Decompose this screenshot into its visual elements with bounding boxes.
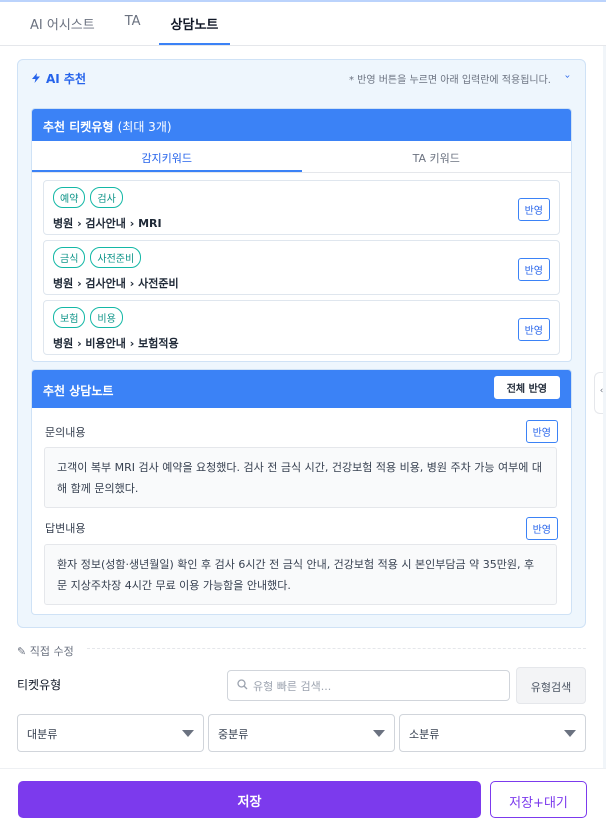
recommended-ticket-item: 예약 검사 병원 › 검사안내 › MRI 반영 <box>43 180 560 235</box>
select-value: 대분류 <box>27 728 58 741</box>
save-button[interactable]: 저장 <box>18 781 481 818</box>
tab-detected-keywords[interactable]: 감지키워드 <box>32 141 302 172</box>
tab-ta-keywords[interactable]: TA 키워드 <box>302 141 572 172</box>
keyword-chips: 보험 비용 <box>53 307 123 328</box>
apply-ticket-button[interactable]: 반영 <box>517 318 550 341</box>
caret-down-icon <box>373 730 385 737</box>
consult-note-card: 추천 상담노트 전체 반영 문의내용 반영 고객이 복부 MRI 검사 예약을 … <box>31 369 572 615</box>
recommended-ticket-item: 금식 사전준비 병원 › 검사안내 › 사전준비 반영 <box>43 240 560 295</box>
keyword-chip: 금식 <box>53 247 86 268</box>
keyword-chips: 예약 검사 <box>53 187 123 208</box>
answer-label: 답변내용 <box>45 522 86 535</box>
apply-ticket-button[interactable]: 반영 <box>517 258 550 281</box>
ticket-type-label: 티켓유형 <box>17 678 62 692</box>
ticket-type-subtitle: (최대 3개) <box>117 120 172 134</box>
ai-recommendation-panel: AI 추천 * 반영 버튼을 누르면 아래 입력란에 적용됩니다. › 추천 티… <box>17 59 586 628</box>
caret-down-icon <box>564 730 576 737</box>
ai-panel-hint: * 반영 버튼을 누르면 아래 입력란에 적용됩니다. <box>348 75 551 86</box>
edit-icon: ✎ <box>17 645 27 658</box>
major-category-select[interactable]: 대분류 <box>17 714 204 752</box>
type-search-button[interactable]: 유형검색 <box>516 667 586 704</box>
direct-edit-divider: ✎ 직접 수정 <box>17 640 586 659</box>
select-value: 소분류 <box>409 728 440 741</box>
apply-ticket-button[interactable]: 반영 <box>517 198 550 221</box>
select-value: 중분류 <box>218 728 249 741</box>
ticket-type-card: 추천 티켓유형 (최대 3개) 감지키워드 TA 키워드 예약 검사 병원 › … <box>31 108 572 362</box>
keyword-chip: 사전준비 <box>90 247 142 268</box>
search-icon <box>237 679 248 693</box>
keyword-chips: 금식 사전준비 <box>53 247 142 268</box>
dashed-divider <box>87 648 586 649</box>
ai-panel-title-text: AI 추천 <box>46 72 87 86</box>
bolt-icon <box>32 72 40 86</box>
tab-ta[interactable]: TA <box>113 2 153 45</box>
ticket-type-title: 추천 티켓유형 <box>43 120 114 134</box>
type-search-input[interactable] <box>253 677 503 695</box>
ai-panel-header[interactable]: AI 추천 * 반영 버튼을 누르면 아래 입력란에 적용됩니다. › <box>18 60 585 96</box>
inquiry-label: 문의내용 <box>45 426 86 439</box>
apply-answer-button[interactable]: 반영 <box>525 517 558 540</box>
apply-inquiry-button[interactable]: 반영 <box>525 420 558 443</box>
tab-ai-assist[interactable]: AI 어시스트 <box>18 2 107 45</box>
keyword-chip: 예약 <box>53 187 86 208</box>
keyword-chip: 비용 <box>90 307 123 328</box>
footer-actions: 저장 저장+대기 <box>0 768 606 827</box>
minor-category-select[interactable]: 소분류 <box>399 714 586 752</box>
inquiry-text: 고객이 복부 MRI 검사 예약을 요청했다. 검사 전 금식 시간, 건강보험… <box>44 447 557 508</box>
middle-category-select[interactable]: 중분류 <box>208 714 395 752</box>
ai-panel-title: AI 추천 <box>32 70 86 87</box>
apply-all-button[interactable]: 전체 반영 <box>493 376 560 399</box>
save-and-wait-button[interactable]: 저장+대기 <box>490 781 587 818</box>
ticket-path: 병원 › 검사안내 › 사전준비 <box>53 277 179 290</box>
ticket-path: 병원 › 검사안내 › MRI <box>53 217 162 230</box>
caret-down-icon <box>182 730 194 737</box>
keyword-chip: 보험 <box>53 307 86 328</box>
answer-text: 환자 정보(성함·생년월일) 확인 후 검사 6시간 전 금식 안내, 건강보험… <box>44 544 557 605</box>
direct-edit-label: ✎ 직접 수정 <box>17 643 82 659</box>
recommended-ticket-item: 보험 비용 병원 › 비용안내 › 보험적용 반영 <box>43 300 560 355</box>
ticket-type-card-header: 추천 티켓유형 (최대 3개) <box>32 109 571 141</box>
tab-consult-note[interactable]: 상담노트 <box>158 2 231 45</box>
keyword-chip: 검사 <box>90 187 123 208</box>
chevron-down-icon[interactable]: › <box>562 75 573 79</box>
consult-note-title: 추천 상담노트 <box>43 384 114 398</box>
direct-edit-text: 직접 수정 <box>29 645 74 658</box>
type-search-box <box>227 670 510 701</box>
main-tabs: AI 어시스트 TA 상담노트 <box>0 2 606 46</box>
consult-note-card-header: 추천 상담노트 전체 반영 <box>32 370 571 408</box>
keyword-tabs: 감지키워드 TA 키워드 <box>32 141 571 173</box>
ticket-path: 병원 › 비용안내 › 보험적용 <box>53 337 179 350</box>
